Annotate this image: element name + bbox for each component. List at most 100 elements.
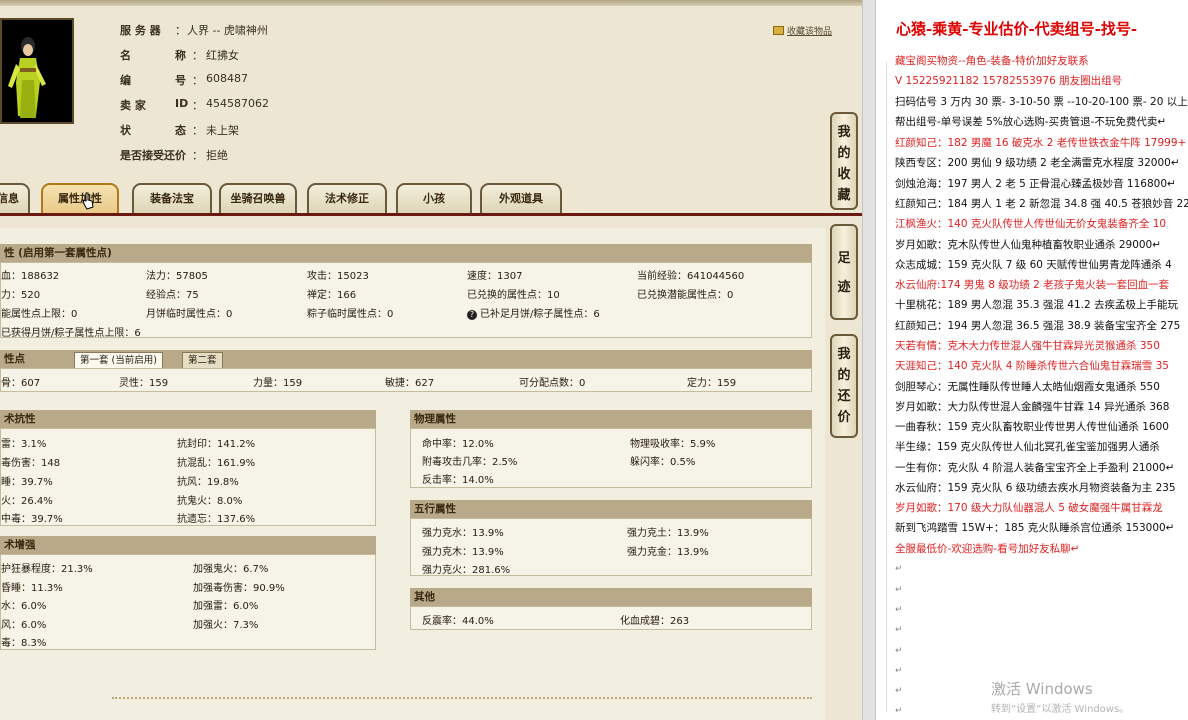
tab-appearance[interactable]: 外观道具: [480, 183, 562, 215]
doc-line: 红颜知己：194 男人忽混 36.5 强混 38.9 装备宝宝齐全 275: [895, 320, 1181, 332]
role-detail-panel: 服 务 器：人界 -- 虎啸神州 名称：红拂女 编号： 608487 卖 家 ID：…: [0, 0, 862, 720]
doc-line: 天若有情：克木大力传世混人强牛甘霖异光灵猴通杀 350: [895, 340, 1160, 352]
empty-paragraph-mark: ↵: [895, 706, 903, 716]
empty-paragraph-mark: ↵: [895, 686, 903, 696]
boost-item: 加强火：7.3%: [193, 620, 259, 631]
boost-item: 毒：8.3%: [1, 638, 47, 649]
tab-attributes[interactable]: 属性加性: [41, 183, 119, 215]
boost-item: 加强鬼火：6.7%: [193, 564, 269, 575]
doc-line: 水云仙府:174 男鬼 8 级功绩 2 老孩子鬼火装一套回血一套: [895, 279, 1170, 291]
physical-item: 反击率：14.0%: [422, 475, 494, 486]
top-strip: [0, 0, 862, 6]
doc-line: V 15225921182 15782553976 朋友圈出组号: [895, 75, 1123, 87]
resist-item: 抗鬼火：8.0%: [177, 496, 243, 507]
basic-stats-body: 血：188632 法力：57805 攻击：15023 速度：1307 当前经验：…: [0, 262, 812, 339]
other-body: 反震率：44.0% 化血成碧：263: [410, 606, 812, 630]
activate-windows-watermark: 激活 Windows: [991, 680, 1093, 698]
tab-children[interactable]: 小孩: [396, 183, 472, 215]
doc-line: 天涯知己：140 克火队 4 阶睡杀传世六合仙鬼甘霖瑞雪 35: [895, 360, 1169, 372]
point-power: 力量：159: [253, 378, 303, 389]
doc-line: 扫码估号 3 万内 30 票- 3-10-50 票 --10-20-100 票-…: [895, 96, 1188, 108]
stat-strength: 力：520: [1, 290, 41, 301]
five-elements-body: 强力克水：13.9% 强力克土：13.9% 强力克木：13.9% 强力克金：13…: [410, 518, 812, 576]
boost-item: 加强雷：6.0%: [193, 601, 259, 612]
doc-line: 红颜知己：182 男魔 16 破克水 2 老传世铁衣金牛阵 17999+: [895, 137, 1187, 149]
stat-exchanged-potential: 已兑换潜能属性点：0: [637, 290, 734, 301]
my-favorites-button[interactable]: 我的收藏: [830, 112, 858, 210]
points-body: 骨：607 灵性：159 力量：159 敏捷：627 可分配点数：0 定力：15…: [0, 368, 812, 392]
five-elements-header: 五行属性: [410, 500, 812, 518]
doc-line: 十里桃花：189 男人忽混 35.3 强混 41.2 去疾孟极上手能玩: [895, 299, 1178, 311]
help-icon[interactable]: ?: [467, 310, 477, 320]
margin-line: [886, 62, 890, 712]
scrollbar[interactable]: [862, 0, 876, 720]
tab-equipment[interactable]: 装备法宝: [132, 183, 212, 215]
resist-body: 雷：3.1% 抗封印：141.2% 毒伤害：148 抗混乱：161.9% 睡：3…: [0, 428, 376, 526]
doc-line: 江枫渔火：140 克火队传世人传世仙无价女鬼装备齐全 10: [895, 218, 1167, 230]
empty-paragraph-mark: ↵: [895, 625, 903, 635]
footprint-button[interactable]: 足迹: [830, 224, 858, 320]
stat-zongzi-temp: 粽子临时属性点：0: [307, 309, 394, 320]
favorite-link[interactable]: 收藏该物品: [773, 24, 832, 37]
folder-icon: [773, 26, 784, 35]
activate-windows-hint: 转到“设置”以激活 Windows。: [991, 704, 1130, 715]
other-header: 其他: [410, 588, 812, 606]
character-avatar: [0, 18, 74, 124]
point-focus: 定力：159: [687, 378, 737, 389]
tab-bar: 信息 属性加性 装备法宝 坐骑召唤兽 法术修正 小孩 外观道具: [0, 183, 828, 215]
boost-header: 术增强: [0, 536, 376, 554]
doc-title: 心猿-乘黄-专业估价-代卖组号-找号-: [896, 20, 1138, 38]
element-item: 强力克金：13.9%: [627, 547, 709, 558]
point-bone: 骨：607: [1, 378, 41, 389]
doc-line: 一生有你：克火队 4 阶混人装备宝宝齐全上手盈利 21000↵: [895, 462, 1175, 474]
element-item: 强力克水：13.9%: [422, 528, 504, 539]
physical-body: 命中率：12.0% 物理吸收率：5.9% 附毒攻击几率：2.5% 躲闪率：0.5…: [410, 428, 812, 488]
attributes-content: 性 (启用第一套属性点) 血：188632 法力：57805 攻击：15023 …: [0, 228, 825, 720]
resist-item: 睡：39.7%: [1, 477, 53, 488]
subtab-set-1[interactable]: 第一套 (当前启用): [74, 352, 163, 369]
resist-item: 抗风：19.8%: [177, 477, 239, 488]
my-bargains-button[interactable]: 我的还价: [830, 334, 858, 438]
tab-underline: [0, 213, 862, 216]
physical-item: 物理吸收率：5.9%: [630, 439, 716, 450]
doc-line: 新到飞鸿踏雪 15W+：185 克火队睡杀宫位通杀 153000↵: [895, 522, 1175, 534]
resist-item: 火：26.4%: [1, 496, 53, 507]
other-item: 化血成碧：263: [620, 616, 690, 627]
stat-mooncake-temp: 月饼临时属性点：0: [146, 309, 233, 320]
physical-item: 命中率：12.0%: [422, 439, 494, 450]
character-figure-icon: [2, 20, 72, 122]
element-item: 强力克土：13.9%: [627, 528, 709, 539]
point-agility: 敏捷：627: [385, 378, 435, 389]
tab-spell-mods[interactable]: 法术修正: [307, 183, 387, 215]
other-item: 反震率：44.0%: [422, 616, 494, 627]
boost-item: 护狂暴程度：21.3%: [1, 564, 93, 575]
doc-line: 水云仙府：159 克火队 6 级功绩去疾水月物资装备为主 235: [895, 482, 1176, 494]
point-spirit: 灵性：159: [119, 378, 169, 389]
doc-line: 剑烛沧海：197 男人 2 老 5 正骨混心臻孟极妙音 116800↵: [895, 178, 1176, 190]
resist-item: 雷：3.1%: [1, 439, 47, 450]
stat-hp: 血：188632: [1, 271, 60, 282]
stat-exp: 当前经验：641044560: [637, 271, 745, 282]
doc-line: 一曲春秋：159 克火队畜牧职业传世男人传世仙通杀 1600: [895, 421, 1169, 433]
doc-line: 全服最低价-欢迎选购-看号加好友私聊↵: [895, 543, 1080, 555]
element-item: 强力克火：281.6%: [422, 565, 511, 576]
stat-zen: 禅定：166: [307, 290, 357, 301]
tab-info[interactable]: 信息: [0, 183, 30, 215]
stat-exchanged-points: 已兑换的属性点：10: [467, 290, 560, 301]
doc-line: 众志成城：159 克火队 7 级 60 天赋传世仙男青龙阵通杀 4: [895, 259, 1172, 271]
resist-item: 抗封印：141.2%: [177, 439, 256, 450]
stat-mooncake-limit: 已获得月饼/粽子属性点上限：6: [1, 328, 141, 339]
stat-supplemented: ? 已补足月饼/粽子属性点：6: [467, 305, 600, 320]
document-panel: 心猿-乘黄-专业估价-代卖组号-找号- 藏宝阁买物资--角色-装备-特价加好友联…: [876, 0, 1188, 720]
physical-item: 躲闪率：0.5%: [630, 457, 696, 468]
stat-mp: 法力：57805: [146, 271, 208, 282]
subtab-set-2[interactable]: 第二套: [182, 352, 223, 369]
empty-paragraph-mark: ↵: [895, 585, 903, 595]
resist-item: 中毒：39.7%: [1, 514, 63, 525]
tab-mounts-pets[interactable]: 坐骑召唤兽: [219, 183, 297, 215]
element-item: 强力克木：13.9%: [422, 547, 504, 558]
stat-exp-points: 经验点：75: [146, 290, 199, 301]
resist-item: 抗遗忘：137.6%: [177, 514, 256, 525]
boost-item: 加强毒伤害：90.9%: [193, 583, 285, 594]
stat-attack: 攻击：15023: [307, 271, 369, 282]
